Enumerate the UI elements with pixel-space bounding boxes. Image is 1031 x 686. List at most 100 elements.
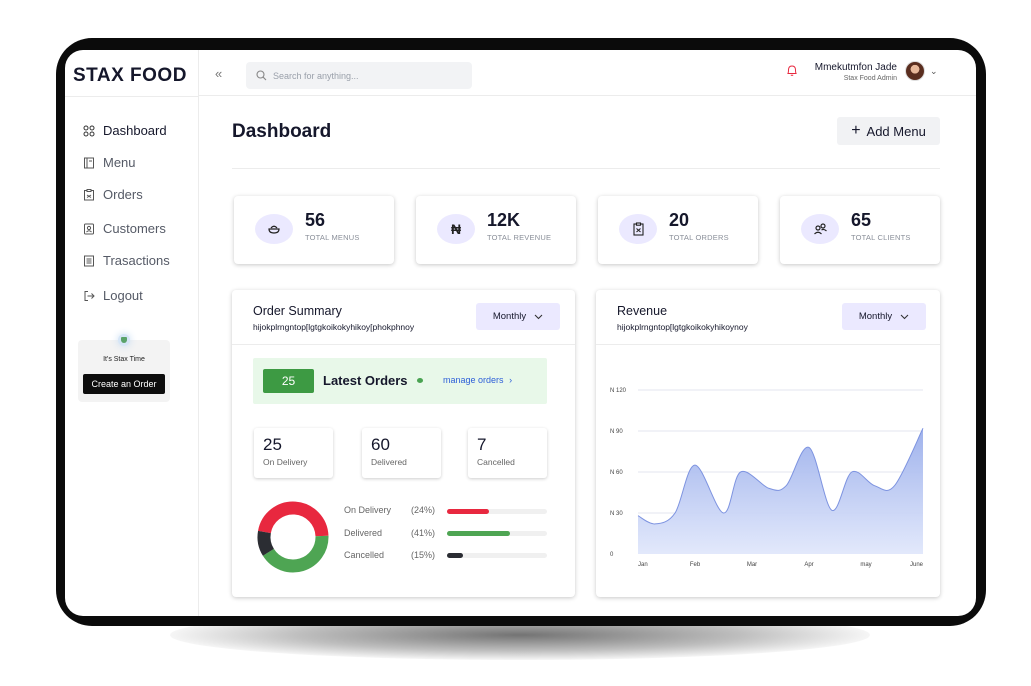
dropdown-value: Monthly	[492, 311, 527, 322]
y-tick-label: 0	[610, 552, 614, 558]
card-title: Order Summary	[253, 304, 342, 318]
card-subtitle: hijokplrngntop[lgtgkoikokyhikoy[phokphno…	[253, 322, 415, 332]
stat-label: TOTAL REVENUE	[487, 233, 552, 242]
promo-card: It's Stax Time Create an Order	[78, 334, 170, 402]
brand-logo: STAX FOOD	[73, 65, 187, 86]
user-role: Stax Food Admin	[843, 75, 897, 82]
stat-label: TOTAL CLIENTS	[851, 233, 911, 242]
sidebar-item-orders[interactable]: Orders	[83, 187, 143, 202]
stat-card-revenue: ₦ 12K TOTAL REVENUE	[416, 196, 576, 264]
stat-card-orders: 20 TOTAL ORDERS	[598, 196, 758, 264]
period-dropdown[interactable]: Monthly	[476, 303, 560, 330]
contact-card-icon	[84, 223, 94, 234]
gem-icon	[118, 334, 130, 346]
x-tick-label: June	[910, 562, 924, 568]
divider	[232, 344, 575, 345]
plus-icon: +	[851, 122, 861, 139]
donut-segment-cancelled	[257, 530, 275, 556]
promo-text: It's Stax Time	[103, 356, 145, 363]
sidebar-item-label: Orders	[103, 187, 143, 202]
x-tick-label: Feb	[690, 562, 701, 568]
stat-card-clients: 65 TOTAL CLIENTS	[780, 196, 940, 264]
naira-icon: ₦	[437, 214, 475, 244]
stat-value: 12K	[487, 210, 521, 230]
app-screen: STAX FOOD Dashboard Menu Orders Customer…	[65, 50, 976, 616]
latest-orders-label: Latest Orders	[323, 373, 408, 388]
on-delivery-bar	[447, 509, 547, 514]
search-input[interactable]: Search for anything...	[246, 62, 472, 89]
sidebar-item-label: Menu	[103, 155, 136, 170]
donut-segment-on-delivery	[258, 501, 329, 537]
chevron-down-icon[interactable]: ⌄	[930, 66, 938, 77]
divider	[65, 96, 199, 97]
divider	[232, 168, 940, 169]
legend-on-delivery: On Delivery (24%)	[344, 505, 436, 515]
avatar[interactable]	[905, 61, 925, 81]
grid-icon	[83, 125, 95, 136]
sidebar-item-transactions[interactable]: Trasactions	[83, 253, 170, 268]
sidebar-item-label: Logout	[103, 288, 143, 303]
stat-label: On Delivery	[263, 457, 308, 467]
add-menu-label: Add Menu	[866, 123, 926, 139]
sidebar-item-customers[interactable]: Customers	[83, 221, 166, 236]
search-icon	[256, 70, 267, 81]
x-tick-label: Jan	[638, 562, 648, 568]
chevron-right-icon: ›	[509, 375, 513, 385]
sidebar-item-dashboard[interactable]: Dashboard	[83, 123, 167, 138]
clipboard-icon	[84, 188, 94, 200]
sidebar: STAX FOOD Dashboard Menu Orders Customer…	[65, 50, 199, 616]
y-tick-label: N 90	[610, 429, 623, 435]
users-icon	[801, 214, 839, 244]
sidebar-item-label: Trasactions	[103, 253, 170, 268]
stat-card-menus: 56 TOTAL MENUS	[234, 196, 394, 264]
legend-cancelled: Cancelled (15%)	[344, 550, 436, 560]
stat-value: 25	[263, 435, 282, 454]
delivered-stat: 60 Delivered	[362, 428, 441, 478]
book-icon	[84, 157, 94, 168]
y-tick-label: N 120	[610, 388, 627, 394]
bowl-icon	[255, 214, 293, 244]
y-tick-label: N 30	[610, 511, 623, 517]
collapse-sidebar-icon[interactable]: «	[215, 66, 222, 81]
sidebar-item-label: Dashboard	[103, 123, 167, 138]
order-summary-card: Order Summary hijokplrngntop[lgtgkoikoky…	[232, 290, 575, 597]
chevron-down-icon	[534, 314, 543, 319]
stat-value: 60	[371, 435, 390, 454]
stat-value: 56	[305, 210, 326, 230]
cancelled-bar	[447, 553, 547, 558]
status-dot	[417, 378, 423, 383]
receipt-icon	[84, 255, 94, 266]
stat-value: 7	[477, 435, 487, 454]
logout-icon	[84, 290, 95, 301]
clipboard-icon	[619, 214, 657, 244]
legend-delivered: Delivered (41%)	[344, 528, 436, 538]
on-delivery-stat: 25 On Delivery	[254, 428, 333, 478]
order-donut-chart	[257, 501, 329, 573]
add-menu-button[interactable]: + Add Menu	[837, 117, 940, 145]
stat-label: TOTAL ORDERS	[669, 233, 729, 242]
y-tick-label: N 60	[610, 470, 623, 476]
user-name: Mmekutmfon Jade	[814, 62, 897, 73]
topbar: « Search for anything... Mmekutmfon Jade…	[199, 50, 976, 96]
search-placeholder: Search for anything...	[273, 70, 359, 81]
bell-icon[interactable]	[786, 64, 798, 77]
stat-value: 20	[669, 210, 690, 230]
stat-label: Delivered	[371, 457, 407, 467]
user-info[interactable]: Mmekutmfon Jade Stax Food Admin	[810, 62, 897, 82]
revenue-card: Revenue hijokplrngntop[lgtgkoikokyhikoyn…	[596, 290, 940, 597]
stat-label: Cancelled	[477, 457, 515, 467]
sidebar-item-menu[interactable]: Menu	[83, 155, 136, 170]
x-tick-label: may	[860, 562, 871, 568]
create-order-button[interactable]: Create an Order	[83, 374, 165, 394]
stat-value: 65	[851, 210, 872, 230]
stat-label: TOTAL MENUS	[305, 233, 360, 242]
page-title: Dashboard	[232, 121, 332, 142]
manage-orders-link[interactable]: manage orders ›	[443, 375, 512, 385]
donut-segment-delivered	[262, 535, 329, 573]
revenue-area	[638, 428, 923, 554]
sidebar-item-logout[interactable]: Logout	[83, 288, 143, 303]
x-tick-label: Mar	[747, 562, 757, 568]
sidebar-item-label: Customers	[103, 221, 166, 236]
delivered-bar	[447, 531, 547, 536]
latest-orders-banner: 25 Latest Orders manage orders ›	[253, 358, 547, 404]
